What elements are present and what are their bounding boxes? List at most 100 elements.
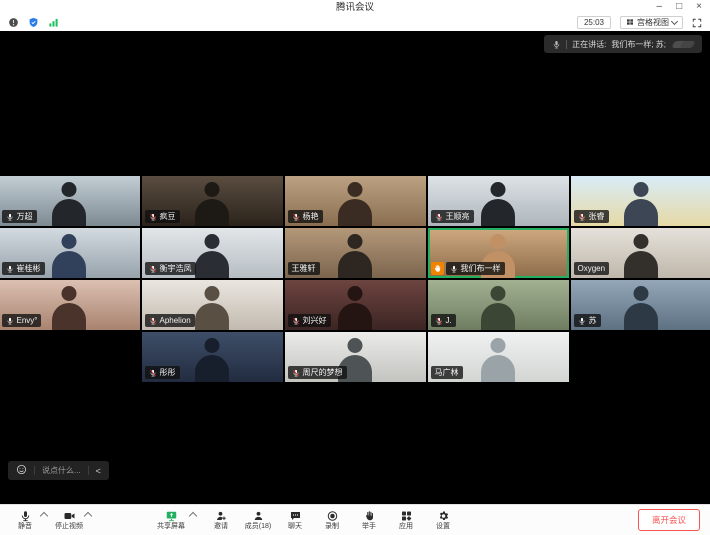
participant-tile[interactable]: 万超 (0, 176, 140, 226)
participant-tag-row: 我们布一样 (431, 262, 505, 275)
participant-tile[interactable]: Envy° (0, 280, 140, 330)
participant-tile[interactable]: Aphelion (142, 280, 283, 330)
participant-tile[interactable]: 王顺亮 (428, 176, 569, 226)
participant-tile[interactable]: 杨艳 (285, 176, 426, 226)
stop-video-button[interactable]: 停止视频 (54, 510, 84, 530)
collapse-chat-button[interactable]: < (96, 466, 101, 476)
participant-name: 衡宇浩凤 (160, 263, 192, 274)
chat-input-placeholder[interactable]: 说点什么... (42, 465, 81, 476)
mute-button[interactable]: 静音 (10, 510, 40, 530)
participant-name-tag: 王雅轩 (288, 262, 320, 275)
settings-label: 设置 (436, 523, 450, 530)
participant-tag-row: Aphelion (145, 314, 195, 327)
participant-name: Envy° (17, 315, 38, 326)
participant-tile[interactable]: J. (428, 280, 569, 330)
participant-name-tag: 衡宇浩凤 (145, 262, 196, 275)
participant-name: 我们布一样 (461, 263, 501, 274)
mic-on-icon (6, 265, 14, 273)
top-status-bar: 25:03 宫格视图 (0, 14, 710, 31)
participant-avatar (348, 338, 363, 353)
participant-tile[interactable]: 马广林 (428, 332, 569, 382)
mic-muted-icon (435, 213, 443, 221)
participant-name: 彤彤 (160, 367, 176, 378)
meeting-timer: 25:03 (577, 16, 611, 29)
raise-hand-button[interactable]: 举手 (354, 510, 384, 530)
security-shield-icon[interactable] (28, 17, 39, 28)
participant-tile[interactable]: 我们布一样 (428, 228, 569, 278)
layout-view-switcher[interactable]: 宫格视图 (620, 16, 683, 29)
members-button[interactable]: 成员(18) (243, 510, 273, 530)
participant-tag-row: 王顺亮 (431, 210, 474, 223)
participant-tile[interactable]: 崔桂彬 (0, 228, 140, 278)
chat-button[interactable]: 聊天 (280, 510, 310, 530)
mic-options-chevron-icon[interactable] (40, 511, 48, 519)
participant-avatar (634, 234, 649, 249)
participant-tile[interactable]: 刘兴好 (285, 280, 426, 330)
mic-muted-icon (292, 213, 300, 221)
participant-tag-row: 崔桂彬 (2, 262, 45, 275)
participant-avatar (195, 251, 229, 278)
participant-avatar (481, 303, 515, 330)
divider (566, 40, 567, 49)
participant-avatar (205, 338, 220, 353)
participant-tile[interactable]: 苏 (571, 280, 710, 330)
speaker-waveform-decoration (673, 41, 694, 48)
participant-tile[interactable]: 疯豆 (142, 176, 283, 226)
meeting-info-icon[interactable] (8, 17, 19, 28)
participant-avatar (348, 182, 363, 197)
record-button[interactable]: 录制 (317, 510, 347, 530)
participant-name-tag: 马广林 (431, 366, 463, 379)
participant-tile[interactable]: Oxygen (571, 228, 710, 278)
participant-name-tag: 疯豆 (145, 210, 180, 223)
close-button[interactable]: × (696, 0, 702, 14)
view-switcher-label: 宫格视图 (637, 17, 669, 28)
chevron-down-icon (671, 18, 678, 25)
apps-button[interactable]: 应用 (391, 510, 421, 530)
divider (34, 466, 35, 475)
participant-tag-row: 王雅轩 (288, 262, 320, 275)
participant-name: 疯豆 (160, 211, 176, 222)
raise-hand-label: 举手 (362, 523, 376, 530)
participant-tag-row: 杨艳 (288, 210, 323, 223)
maximize-button[interactable]: □ (676, 0, 682, 14)
speaking-prefix: 正在讲话: (572, 39, 606, 50)
participant-name-tag: Envy° (2, 314, 42, 327)
fullscreen-icon[interactable] (692, 18, 702, 28)
participant-name: 马广林 (435, 367, 459, 378)
participant-name-tag: 杨艳 (288, 210, 323, 223)
minimize-button[interactable]: – (657, 0, 663, 14)
camera-options-chevron-icon[interactable] (84, 511, 92, 519)
participant-avatar (624, 199, 658, 226)
share-options-chevron-icon[interactable] (189, 511, 197, 519)
participant-name-tag: Oxygen (574, 262, 610, 275)
settings-button[interactable]: 设置 (428, 510, 458, 530)
share-screen-button[interactable]: 共享屏幕 (156, 510, 186, 530)
participant-tag-row: 疯豆 (145, 210, 180, 223)
participant-tile[interactable]: 周尺的梦想 (285, 332, 426, 382)
participant-tile[interactable]: 彤彤 (142, 332, 283, 382)
chat-quick-bar[interactable]: 说点什么... < (8, 461, 109, 480)
participant-avatar (195, 303, 229, 330)
participant-name-tag: J. (431, 314, 456, 327)
participant-name-tag: 崔桂彬 (2, 262, 45, 275)
leave-meeting-button[interactable]: 离开会议 (638, 509, 700, 531)
participant-avatar (205, 286, 220, 301)
participant-tag-row: 刘兴好 (288, 314, 331, 327)
emoji-smiley-icon[interactable] (16, 464, 27, 477)
participant-name: 王雅轩 (292, 263, 316, 274)
participant-avatar (195, 199, 229, 226)
participant-tile[interactable]: 衡宇浩凤 (142, 228, 283, 278)
invite-label: 邀请 (214, 523, 228, 530)
participant-name: Oxygen (578, 263, 606, 274)
participant-name-tag: 张睿 (574, 210, 609, 223)
participant-avatar (62, 234, 77, 249)
participant-tag-row: 衡宇浩凤 (145, 262, 196, 275)
participant-avatar (338, 303, 372, 330)
participant-name-tag: 万超 (2, 210, 37, 223)
invite-button[interactable]: 邀请 (206, 510, 236, 530)
mic-on-icon (578, 317, 586, 325)
record-circle-icon (326, 510, 339, 522)
participant-name: Aphelion (160, 315, 191, 326)
participant-tile[interactable]: 张睿 (571, 176, 710, 226)
participant-tile[interactable]: 王雅轩 (285, 228, 426, 278)
